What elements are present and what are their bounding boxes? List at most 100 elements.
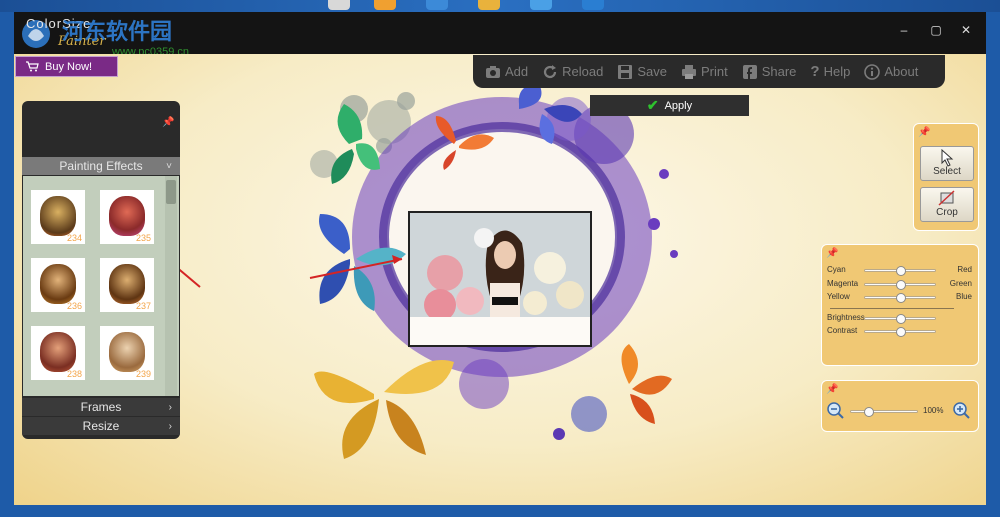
add-button[interactable]: Add [485, 64, 528, 80]
blue-label: Blue [955, 292, 972, 301]
effect-number: 235 [135, 233, 151, 243]
chevron-down-icon: ˅ [166, 160, 172, 172]
save-button[interactable]: Save [617, 64, 667, 80]
red-label: Red [957, 265, 972, 274]
effects-panel-header: 📌 [22, 101, 180, 157]
add-camera-icon [486, 65, 500, 78]
main-toolbar: Add Reload Save Print Share ? Help About [473, 55, 945, 88]
effect-thumbnail[interactable]: 235 [100, 190, 154, 244]
print-label: Print [700, 64, 728, 79]
about-button[interactable]: About [864, 63, 918, 80]
effect-number: 237 [135, 301, 151, 311]
section-painting-effects[interactable]: Painting Effects ˅ [22, 157, 180, 175]
yellow-blue-track[interactable] [864, 293, 936, 303]
pin-icon[interactable]: 📌 [162, 117, 174, 128]
zoom-knob[interactable] [864, 407, 874, 417]
minimize-button[interactable]: – [892, 20, 916, 40]
magenta-green-knob[interactable] [896, 280, 906, 290]
frames-label: Frames [80, 400, 122, 414]
taskbar-app-icon[interactable] [530, 0, 552, 10]
help-button[interactable]: ? Help [810, 63, 850, 80]
brightness-track[interactable] [864, 314, 936, 324]
section-resize[interactable]: Resize › [22, 417, 180, 435]
crop-tool-button[interactable]: Crop [920, 187, 974, 222]
reload-button[interactable]: Reload [542, 64, 603, 80]
buy-now-label: Buy Now! [45, 60, 93, 73]
magenta-green-slider: Magenta Green [822, 278, 978, 291]
taskbar-app-icon[interactable] [328, 0, 350, 10]
cursor-arrow-icon [941, 148, 954, 167]
zoom-out-icon[interactable] [827, 402, 845, 420]
scrollbar-thumb[interactable] [166, 180, 176, 204]
app-window: ColorSize Painter 河东软件园 www.pc0359.cn – … [14, 12, 986, 505]
effect-thumbnail[interactable]: 234 [31, 190, 85, 244]
resize-label: Resize [82, 419, 120, 433]
contrast-knob[interactable] [896, 327, 906, 337]
contrast-label: Contrast [827, 326, 858, 335]
effect-thumbnail[interactable]: 238 [31, 326, 85, 380]
magenta-label: Magenta [827, 279, 859, 288]
share-button[interactable]: Share [742, 64, 797, 80]
printer-icon [681, 64, 696, 79]
reload-icon [544, 64, 557, 78]
effect-number: 239 [135, 369, 151, 379]
effect-thumbnail[interactable]: 239 [100, 326, 154, 380]
magenta-green-track[interactable] [864, 280, 936, 290]
brightness-label: Brightness [827, 313, 865, 322]
select-tool-button[interactable]: Select [920, 146, 974, 181]
yellow-blue-knob[interactable] [896, 293, 906, 303]
pin-icon[interactable]: 📌 [918, 127, 930, 138]
taskbar-app-icon[interactable] [582, 0, 604, 10]
checkmark-icon: ✔ [646, 97, 659, 113]
divider [830, 308, 954, 309]
taskbar-app-icon[interactable] [426, 0, 448, 10]
cyan-red-track[interactable] [864, 266, 936, 276]
maximize-button[interactable]: ▢ [924, 20, 948, 40]
pin-icon[interactable]: 📌 [826, 248, 838, 259]
effect-number: 234 [66, 233, 82, 243]
select-label: Select [933, 166, 961, 177]
contrast-slider: Contrast [822, 325, 978, 338]
pin-icon[interactable]: 📌 [826, 384, 838, 395]
brightness-slider: Brightness [822, 312, 978, 325]
photo-preview[interactable] [408, 211, 592, 347]
watermark-text: 河东软件园 [62, 19, 173, 44]
brightness-knob[interactable] [896, 314, 906, 324]
reload-label: Reload [562, 64, 604, 79]
help-label: Help [823, 64, 851, 79]
taskbar-app-icon[interactable] [374, 0, 396, 10]
title-bar: ColorSize Painter 河东软件园 www.pc0359.cn – … [14, 12, 986, 58]
chevron-right-icon: › [168, 401, 172, 413]
taskbar-app-icon[interactable] [478, 0, 500, 10]
effect-thumbnail[interactable]: 236 [31, 258, 85, 312]
print-button[interactable]: Print [681, 64, 728, 80]
cart-icon [26, 61, 39, 72]
cyan-red-slider: Cyan Red [822, 264, 978, 277]
save-icon [618, 64, 633, 79]
cyan-label: Cyan [827, 265, 846, 274]
apply-label: Apply [664, 99, 693, 112]
zoom-panel: 📌 100% [821, 380, 979, 432]
yellow-label: Yellow [827, 292, 850, 301]
apply-button[interactable]: ✔ Apply [590, 95, 749, 116]
tool-panel: 📌 Select Crop [913, 123, 979, 231]
effects-scrollbar[interactable] [165, 176, 177, 396]
section-frames[interactable]: Frames › [22, 398, 180, 416]
buy-now-button[interactable]: Buy Now! [15, 56, 118, 77]
facebook-icon [742, 64, 757, 79]
close-button[interactable]: ✕ [954, 20, 978, 40]
info-icon [864, 63, 881, 80]
zoom-level: 100% [923, 406, 944, 415]
painting-effects-label: Painting Effects [59, 159, 143, 173]
effects-panel: 📌 Painting Effects ˅ 234 235 236 237 238… [22, 101, 180, 439]
effect-number: 236 [66, 301, 82, 311]
zoom-in-icon[interactable] [953, 402, 971, 420]
effect-number: 238 [66, 369, 82, 379]
share-label: Share [761, 64, 797, 79]
save-label: Save [637, 64, 667, 79]
contrast-track[interactable] [864, 327, 936, 337]
effect-thumbnail[interactable]: 237 [100, 258, 154, 312]
cyan-red-knob[interactable] [896, 266, 906, 276]
yellow-blue-slider: Yellow Blue [822, 291, 978, 304]
zoom-track[interactable] [850, 407, 918, 417]
